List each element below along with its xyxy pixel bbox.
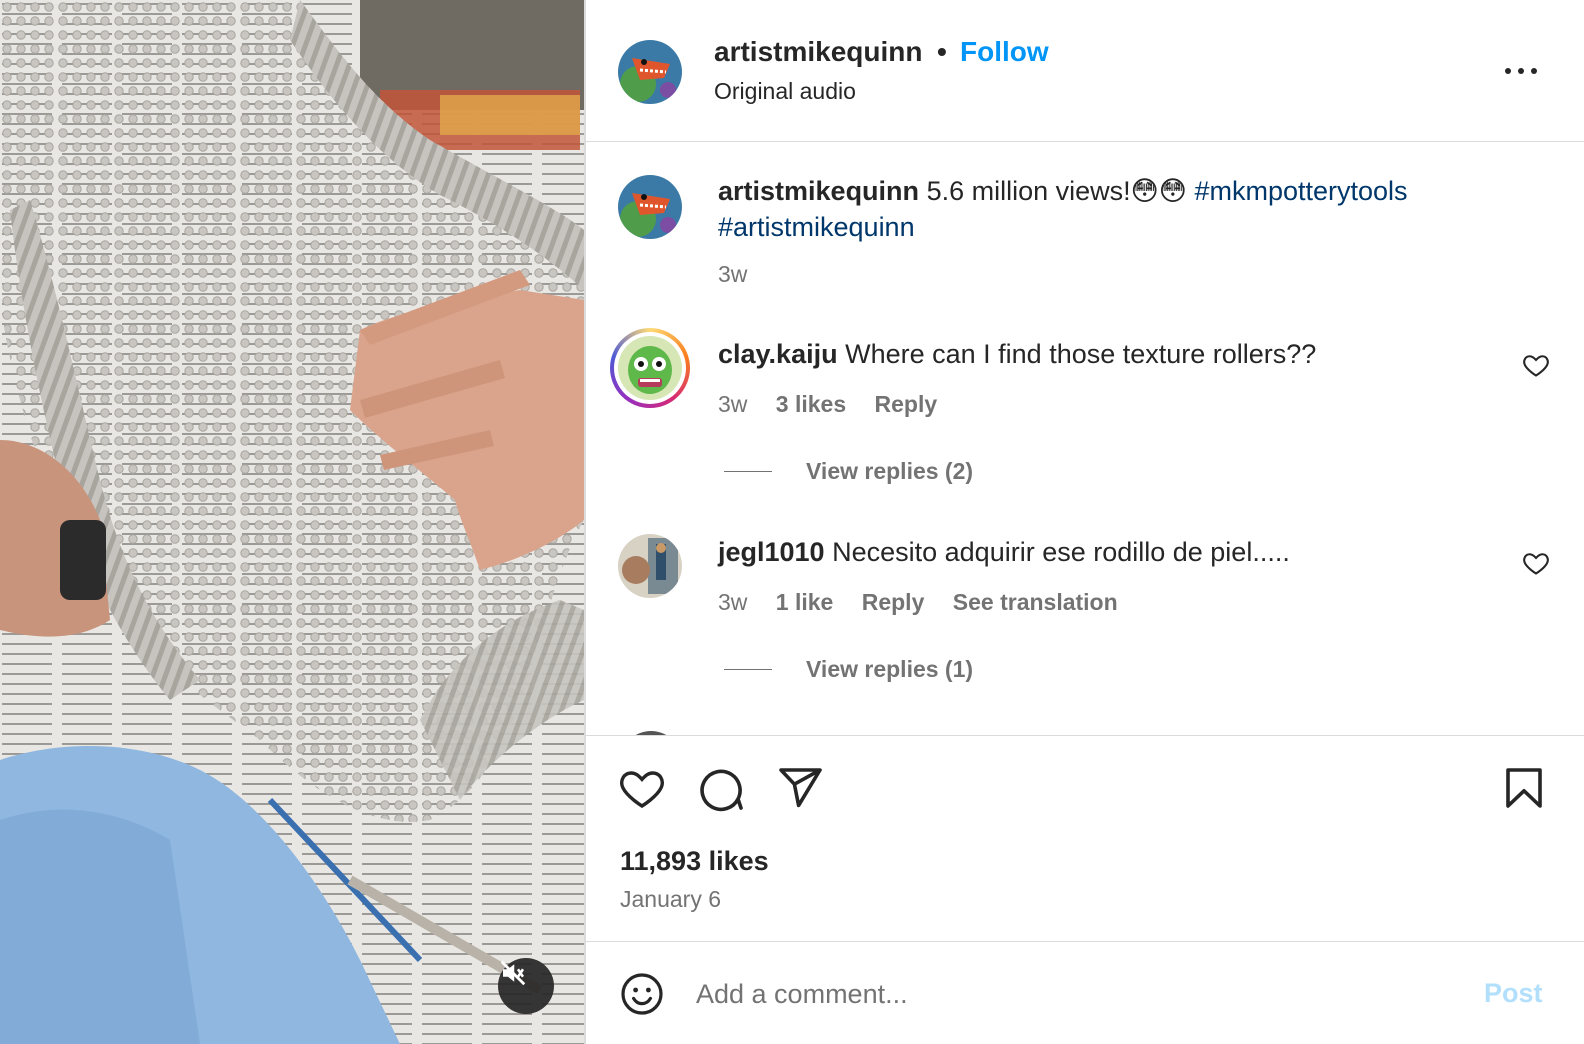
heart-icon — [620, 771, 664, 808]
smiley-icon — [621, 973, 663, 1015]
comment-likes[interactable]: 3 likes — [776, 391, 846, 417]
comment-body: Necesito adquirir ese rodillo de piel...… — [832, 537, 1290, 567]
audio-label[interactable]: Original audio — [714, 78, 856, 105]
commenter-avatar[interactable] — [618, 534, 682, 598]
comment-meta: 3w 3 likes Reply — [718, 391, 959, 418]
zombie-avatar-image — [618, 336, 682, 400]
caption-username[interactable]: artistmikequinn — [718, 176, 919, 206]
hashtag-link[interactable]: #artistmikequinn — [718, 212, 915, 242]
author-avatar[interactable] — [618, 40, 682, 104]
likes-count[interactable]: 11,893 likes — [620, 846, 769, 877]
view-replies-button[interactable]: View replies (2) — [724, 458, 973, 485]
author-username[interactable]: artistmikequinn — [714, 36, 922, 68]
dragon-avatar-image — [618, 175, 682, 239]
mute-button[interactable] — [498, 958, 554, 1014]
comment-username[interactable]: jegl1010 — [718, 537, 825, 567]
comment-username[interactable]: clay.kaiju — [718, 339, 838, 369]
comment-text: jegl1010 Necesito adquirir ese rodillo d… — [718, 534, 1290, 570]
view-replies-label: View replies (2) — [806, 458, 974, 484]
heart-outline-icon — [1523, 553, 1549, 575]
share-button[interactable] — [776, 764, 824, 812]
more-options-button[interactable] — [1496, 56, 1546, 86]
share-icon — [779, 768, 822, 808]
heart-outline-icon — [1523, 355, 1549, 377]
comment-likes[interactable]: 1 like — [776, 589, 834, 615]
caption-time[interactable]: 3w — [718, 261, 747, 287]
like-comment-button[interactable] — [1522, 351, 1550, 379]
hashtag-link[interactable]: #mkmpotterytools — [1194, 176, 1407, 206]
post-date[interactable]: January 6 — [620, 886, 721, 913]
comment-body: Where can I find those texture rollers?? — [845, 339, 1317, 369]
video-frame-image — [0, 0, 584, 1044]
caption-body: 5.6 million views!😳😳 — [926, 176, 1187, 206]
comment-time[interactable]: 3w — [718, 589, 747, 615]
speaker-muted-icon — [500, 960, 526, 986]
person-avatar-image — [618, 534, 682, 598]
view-replies-label: View replies (1) — [806, 656, 974, 682]
comment-icon — [700, 769, 743, 812]
reply-button[interactable]: Reply — [875, 391, 938, 417]
caption-avatar[interactable] — [618, 175, 682, 239]
comment-time[interactable]: 3w — [718, 391, 747, 417]
like-comment-button[interactable] — [1522, 549, 1550, 577]
replies-line — [724, 471, 772, 472]
follow-button[interactable]: Follow — [960, 36, 1049, 68]
replies-line — [724, 669, 772, 670]
bookmark-icon — [1506, 768, 1542, 808]
caption-text: artistmikequinn 5.6 million views!😳😳 #mk… — [718, 173, 1518, 245]
more-dots-icon — [1505, 68, 1537, 74]
separator-dot: • — [937, 36, 947, 67]
emoji-picker-button[interactable] — [618, 970, 666, 1018]
comment-button[interactable] — [697, 764, 745, 812]
comment-meta: 3w 1 like Reply See translation — [718, 589, 1140, 616]
view-replies-button[interactable]: View replies (1) — [724, 656, 973, 683]
post-header: artistmikequinn • Follow Original audio — [586, 0, 1584, 142]
action-bar: 11,893 likes January 6 — [586, 735, 1584, 941]
post-panel: artistmikequinn • Follow Original audio — [586, 0, 1584, 1044]
post-comment-button[interactable]: Post — [1484, 978, 1543, 1009]
caption-meta: 3w — [718, 261, 769, 288]
comment-text: clay.kaiju Where can I find those textur… — [718, 336, 1316, 372]
see-translation-button[interactable]: See translation — [953, 589, 1118, 615]
save-button[interactable] — [1500, 764, 1548, 812]
comment-input[interactable] — [696, 972, 1456, 1016]
commenter-avatar-story-ring[interactable] — [610, 328, 690, 408]
add-comment-bar: Post — [586, 941, 1584, 1044]
comments-list[interactable]: artistmikequinn 5.6 million views!😳😳 #mk… — [586, 143, 1584, 735]
dragon-avatar-image — [618, 40, 682, 104]
video-player[interactable] — [0, 0, 584, 1044]
reply-button[interactable]: Reply — [862, 589, 925, 615]
like-button[interactable] — [618, 764, 666, 812]
